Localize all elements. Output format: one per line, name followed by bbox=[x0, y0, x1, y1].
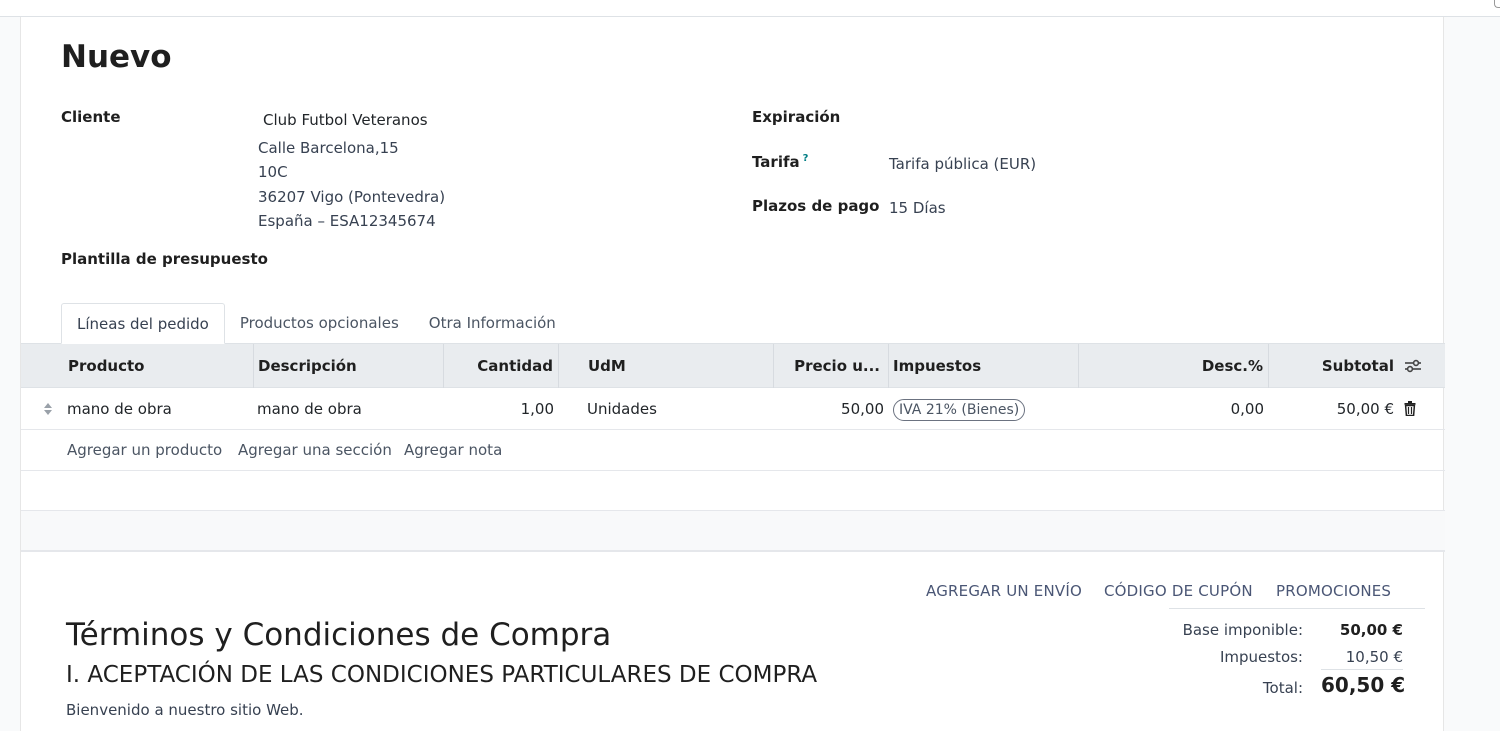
col-discount[interactable]: Desc.% bbox=[1078, 344, 1263, 388]
column-separator bbox=[558, 344, 559, 388]
tab-other-info[interactable]: Otra Información bbox=[414, 303, 571, 344]
customer-name[interactable]: Club Futbol Veteranos bbox=[263, 111, 428, 129]
customer-address-line1: Calle Barcelona,15 bbox=[258, 139, 399, 157]
col-product[interactable]: Producto bbox=[68, 344, 144, 388]
col-description[interactable]: Descripción bbox=[258, 344, 357, 388]
form-sheet: Nuevo Cliente Club Futbol Veteranos Call… bbox=[20, 17, 1445, 731]
sliders-icon[interactable] bbox=[1404, 358, 1422, 374]
drag-handle-icon[interactable] bbox=[43, 401, 53, 417]
cell-quantity[interactable]: 1,00 bbox=[443, 388, 554, 430]
column-separator bbox=[253, 344, 254, 388]
cell-taxes[interactable]: IVA 21% (Bienes) bbox=[893, 388, 1026, 430]
payment-terms-label: Plazos de pago bbox=[752, 197, 880, 215]
cell-product[interactable]: mano de obra bbox=[67, 388, 172, 430]
untaxed-amount-label: Base imponible: bbox=[1182, 621, 1303, 639]
col-uom[interactable]: UdM bbox=[588, 344, 626, 388]
coupon-code-button[interactable]: CÓDIGO DE CUPÓN bbox=[1104, 582, 1253, 600]
tab-optional-products[interactable]: Productos opcionales bbox=[225, 303, 414, 344]
cell-uom[interactable]: Unidades bbox=[587, 388, 657, 430]
terms-paragraph: Bienvenido a nuestro sitio Web. bbox=[66, 701, 304, 719]
taxes-label: Impuestos: bbox=[1219, 648, 1303, 666]
help-tooltip[interactable]: ? bbox=[803, 153, 809, 164]
totals-divider bbox=[1169, 608, 1425, 609]
taxes-value: 10,50 € bbox=[1321, 648, 1403, 670]
total-value: 60,50 € bbox=[1321, 673, 1406, 697]
terms-heading: Términos y Condiciones de Compra bbox=[66, 617, 612, 653]
trash-icon[interactable] bbox=[1404, 401, 1416, 416]
add-shipping-button[interactable]: AGREGAR UN ENVÍO bbox=[926, 582, 1082, 600]
untaxed-amount-value: 50,00 € bbox=[1339, 621, 1403, 639]
terms-subheading: I. ACEPTACIÓN DE LAS CONDICIONES PARTICU… bbox=[66, 662, 818, 688]
record-title: Nuevo bbox=[61, 39, 172, 75]
pricelist-label: Tarifa? bbox=[752, 153, 808, 171]
table-footer bbox=[21, 511, 1445, 552]
total-label: Total: bbox=[1262, 679, 1303, 697]
col-taxes[interactable]: Impuestos bbox=[893, 344, 981, 388]
tab-order-lines[interactable]: Líneas del pedido bbox=[61, 303, 225, 344]
customer-label: Cliente bbox=[61, 108, 121, 126]
tax-badge[interactable]: IVA 21% (Bienes) bbox=[893, 398, 1026, 421]
cell-unit-price[interactable]: 50,00 bbox=[773, 388, 884, 430]
customer-address-line3: 36207 Vigo (Pontevedra) bbox=[258, 188, 446, 206]
quote-template-label: Plantilla de presupuesto bbox=[61, 250, 268, 268]
add-lines-row: Agregar un producto Agregar una sección … bbox=[21, 430, 1445, 471]
table-row[interactable]: mano de obra mano de obra 1,00 Unidades … bbox=[21, 388, 1445, 430]
cell-description[interactable]: mano de obra bbox=[257, 388, 362, 430]
pricelist-label-text: Tarifa bbox=[752, 153, 800, 171]
add-section-link[interactable]: Agregar una sección bbox=[238, 430, 392, 471]
add-product-link[interactable]: Agregar un producto bbox=[67, 430, 222, 471]
col-subtotal[interactable]: Subtotal bbox=[1268, 344, 1394, 388]
window-corner bbox=[1494, 0, 1500, 8]
column-separator bbox=[888, 344, 889, 388]
promotions-button[interactable]: PROMOCIONES bbox=[1276, 582, 1391, 600]
cell-subtotal: 50,00 € bbox=[1336, 400, 1394, 418]
col-quantity[interactable]: Cantidad bbox=[443, 344, 553, 388]
cell-discount[interactable]: 0,00 bbox=[1078, 388, 1264, 430]
add-note-link[interactable]: Agregar nota bbox=[404, 430, 502, 471]
col-unit-price[interactable]: Precio u... bbox=[773, 344, 880, 388]
top-bar bbox=[0, 0, 1500, 17]
expiration-label: Expiración bbox=[752, 108, 841, 126]
table-header: Producto Descripción Cantidad UdM Precio… bbox=[21, 344, 1445, 388]
customer-address-line4: España – ESA12345674 bbox=[258, 212, 436, 230]
payment-terms-value[interactable]: 15 Días bbox=[889, 199, 946, 217]
notebook-tabs: Líneas del pedido Productos opcionales O… bbox=[61, 303, 571, 344]
customer-address-line2: 10C bbox=[258, 163, 288, 181]
empty-row bbox=[21, 471, 1445, 511]
pricelist-value[interactable]: Tarifa pública (EUR) bbox=[889, 155, 1036, 173]
